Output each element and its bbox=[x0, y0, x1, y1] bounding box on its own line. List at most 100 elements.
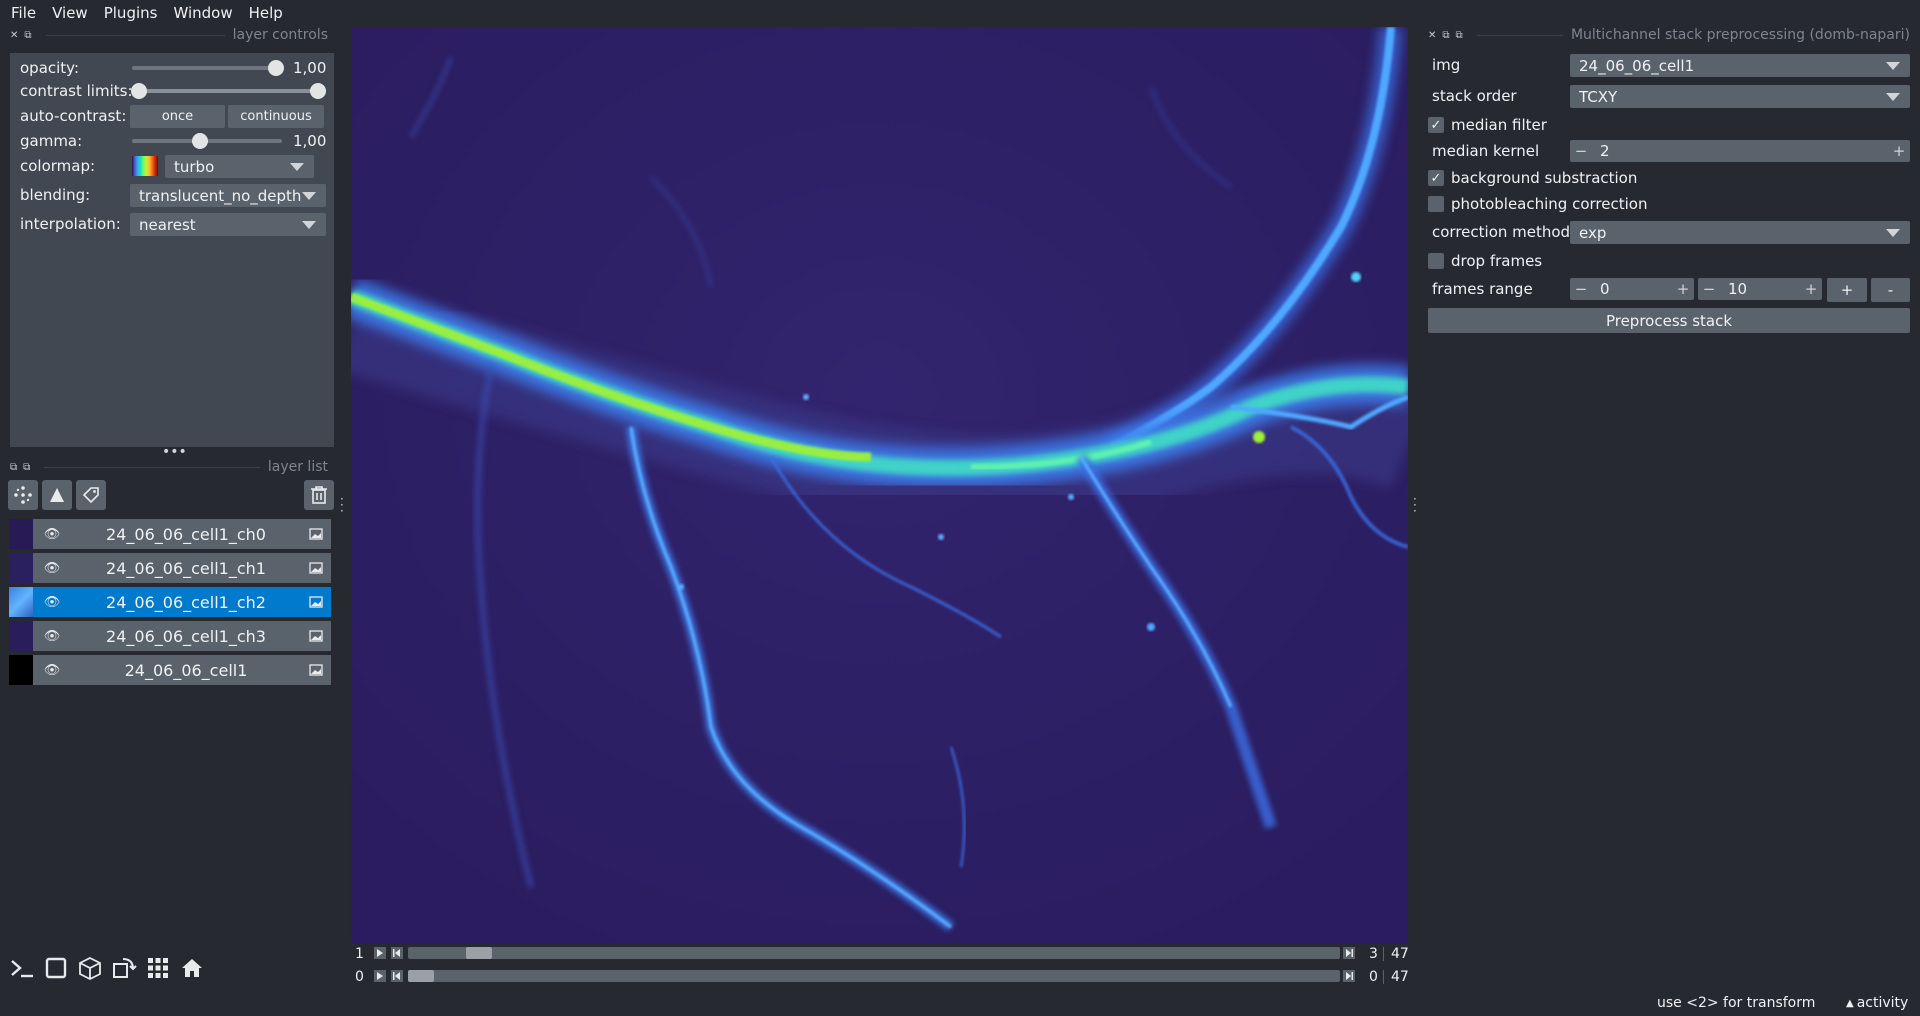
grid-view-button[interactable] bbox=[144, 954, 172, 982]
home-button[interactable] bbox=[178, 954, 206, 982]
frames-end-value[interactable]: 10 bbox=[1720, 280, 1800, 298]
decrement-icon[interactable]: − bbox=[1570, 142, 1592, 160]
gamma-slider-handle[interactable] bbox=[192, 133, 208, 149]
add-range-button[interactable]: + bbox=[1827, 278, 1867, 302]
contrast-min-handle[interactable] bbox=[131, 83, 147, 99]
remove-range-button[interactable]: - bbox=[1871, 278, 1910, 302]
increment-icon[interactable]: + bbox=[1672, 280, 1694, 298]
float-dock-icon[interactable]: ⧉ bbox=[1442, 30, 1449, 41]
layer-name[interactable]: 24_06_06_cell1 bbox=[71, 661, 301, 680]
auto-contrast-continuous-button[interactable]: continuous bbox=[228, 105, 324, 128]
stack-order-select[interactable]: TCXY bbox=[1570, 85, 1910, 108]
drop-frames-checkbox[interactable] bbox=[1428, 253, 1444, 269]
blending-select[interactable]: translucent_no_depth bbox=[130, 184, 326, 207]
menu-plugins[interactable]: Plugins bbox=[94, 4, 164, 22]
transpose-button[interactable] bbox=[110, 954, 138, 982]
chevron-down-icon bbox=[1886, 92, 1900, 101]
image-canvas[interactable] bbox=[351, 27, 1408, 943]
increment-icon[interactable]: + bbox=[1800, 280, 1822, 298]
right-splitter-icon[interactable]: · · · bbox=[1413, 493, 1417, 517]
correction-method-select[interactable]: exp bbox=[1570, 221, 1910, 244]
decrement-icon[interactable]: − bbox=[1698, 280, 1720, 298]
frames-end-spinbox[interactable]: − 10 + bbox=[1698, 278, 1822, 300]
left-splitter-icon[interactable]: · · · bbox=[340, 493, 344, 517]
frames-start-value[interactable]: 0 bbox=[1592, 280, 1672, 298]
step-forward-button[interactable] bbox=[1343, 947, 1355, 959]
dim-slider[interactable] bbox=[408, 970, 1340, 982]
frames-range-label: frames range bbox=[1432, 280, 1533, 298]
layer-name[interactable]: 24_06_06_cell1_ch3 bbox=[71, 627, 301, 646]
float-dock-icon[interactable]: ⧉ bbox=[10, 462, 17, 473]
dim-current[interactable]: 3 bbox=[1369, 946, 1378, 962]
dim-slider-handle[interactable] bbox=[408, 970, 434, 982]
eye-icon[interactable]: 👁 bbox=[33, 561, 71, 576]
transpose-icon bbox=[113, 958, 137, 978]
drop-frames-label: drop frames bbox=[1451, 252, 1543, 270]
photobleaching-checkbox[interactable] bbox=[1428, 196, 1444, 212]
float-dock-icon[interactable]: ⧉ bbox=[24, 30, 31, 41]
ndisplay-button[interactable] bbox=[42, 954, 70, 982]
layer-controls-titlebar: ✕ ⧉ layer controls bbox=[10, 27, 328, 43]
trash-icon bbox=[311, 486, 327, 504]
delete-layer-button[interactable] bbox=[304, 480, 334, 510]
step-back-button[interactable] bbox=[391, 970, 403, 982]
median-kernel-value[interactable]: 2 bbox=[1592, 142, 1888, 160]
image-layer-icon bbox=[301, 562, 331, 574]
menu-window[interactable]: Window bbox=[163, 4, 238, 22]
opacity-slider[interactable] bbox=[132, 66, 282, 70]
menu-file[interactable]: File bbox=[0, 4, 42, 22]
activity-button[interactable]: ▲ activity bbox=[1846, 995, 1908, 1011]
contrast-max-handle[interactable] bbox=[310, 83, 326, 99]
new-labels-layer-button[interactable] bbox=[76, 480, 106, 510]
skip-forward-icon bbox=[1346, 949, 1353, 957]
layer-name[interactable]: 24_06_06_cell1_ch0 bbox=[71, 525, 301, 544]
colormap-select[interactable]: turbo bbox=[165, 155, 314, 178]
contrast-limits-slider[interactable] bbox=[138, 89, 320, 93]
dim-current[interactable]: 0 bbox=[1369, 969, 1378, 985]
splitter-handle-icon[interactable]: ••• bbox=[162, 445, 187, 459]
auto-contrast-once-button[interactable]: once bbox=[130, 105, 225, 128]
img-select[interactable]: 24_06_06_cell1 bbox=[1570, 54, 1910, 77]
background-substraction-checkbox[interactable]: ✓ bbox=[1428, 170, 1444, 186]
layer-row[interactable]: 👁 24_06_06_cell1_ch0 bbox=[9, 519, 331, 549]
eye-icon[interactable]: 👁 bbox=[33, 629, 71, 644]
layer-row[interactable]: 👁 24_06_06_cell1_ch2 bbox=[9, 587, 331, 617]
new-points-layer-button[interactable] bbox=[8, 480, 38, 510]
play-button[interactable] bbox=[374, 947, 386, 959]
dim-slider-handle[interactable] bbox=[466, 947, 492, 959]
points-icon bbox=[14, 486, 32, 504]
layer-row[interactable]: 👁 24_06_06_cell1_ch1 bbox=[9, 553, 331, 583]
image-layer-icon bbox=[301, 630, 331, 642]
step-back-button[interactable] bbox=[391, 947, 403, 959]
layer-thumbnail bbox=[9, 587, 33, 617]
layer-name[interactable]: 24_06_06_cell1_ch1 bbox=[71, 559, 301, 578]
opacity-slider-handle[interactable] bbox=[268, 60, 284, 76]
close-dock-icon[interactable]: ✕ bbox=[1428, 30, 1436, 41]
median-kernel-spinbox[interactable]: − 2 + bbox=[1570, 140, 1910, 162]
preprocess-stack-button[interactable]: Preprocess stack bbox=[1428, 308, 1910, 333]
play-button[interactable] bbox=[374, 970, 386, 982]
eye-icon[interactable]: 👁 bbox=[33, 663, 71, 678]
close-dock-icon[interactable]: ⧉ bbox=[23, 462, 30, 473]
new-shapes-layer-button[interactable] bbox=[42, 480, 72, 510]
interpolation-select[interactable]: nearest bbox=[130, 213, 326, 236]
decrement-icon[interactable]: − bbox=[1570, 280, 1592, 298]
eye-icon[interactable]: 👁 bbox=[33, 595, 71, 610]
layer-controls-panel: opacity: 1,00 contrast limits: auto-cont… bbox=[10, 53, 334, 447]
layer-row[interactable]: 👁 24_06_06_cell1 bbox=[9, 655, 331, 685]
eye-icon[interactable]: 👁 bbox=[33, 527, 71, 542]
divider bbox=[1383, 970, 1384, 984]
layer-name[interactable]: 24_06_06_cell1_ch2 bbox=[71, 593, 301, 612]
console-button[interactable] bbox=[8, 954, 36, 982]
layer-row[interactable]: 👁 24_06_06_cell1_ch3 bbox=[9, 621, 331, 651]
step-forward-button[interactable] bbox=[1343, 970, 1355, 982]
roll-dims-button[interactable] bbox=[76, 954, 104, 982]
menu-view[interactable]: View bbox=[42, 4, 94, 22]
close-dock-icon[interactable]: ✕ bbox=[10, 30, 18, 41]
hide-dock-icon[interactable]: ⧉ bbox=[1456, 30, 1463, 41]
menu-help[interactable]: Help bbox=[239, 4, 289, 22]
dim-slider[interactable] bbox=[408, 947, 1340, 959]
median-filter-checkbox[interactable]: ✓ bbox=[1428, 117, 1444, 133]
increment-icon[interactable]: + bbox=[1888, 142, 1910, 160]
frames-start-spinbox[interactable]: − 0 + bbox=[1570, 278, 1694, 300]
